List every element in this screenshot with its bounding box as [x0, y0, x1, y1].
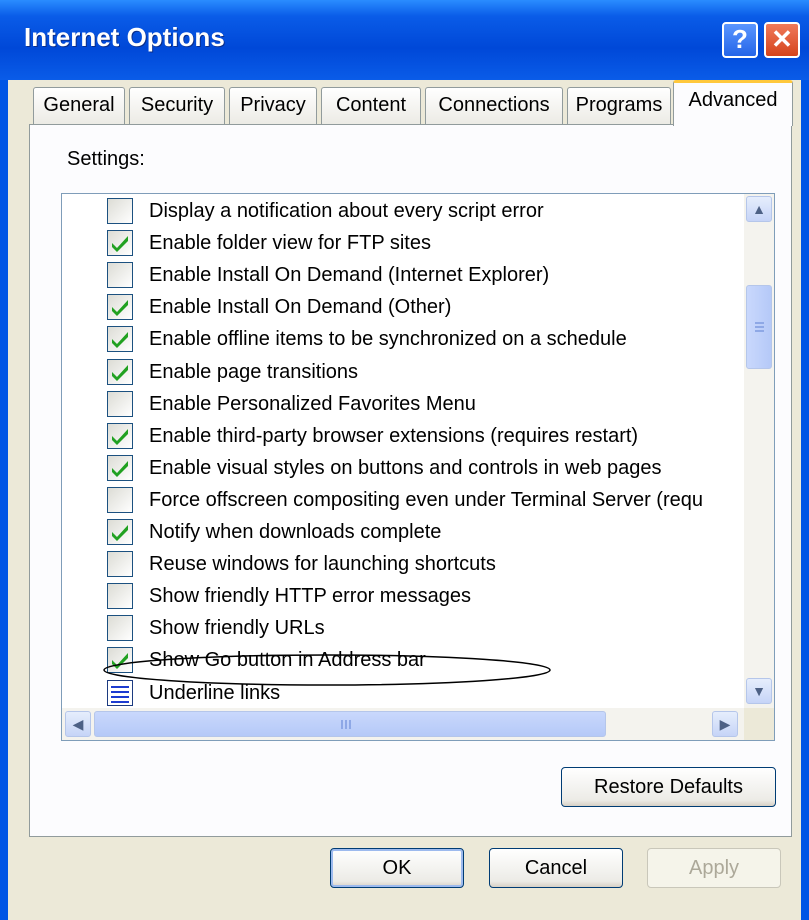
thumb-grip [755, 322, 764, 324]
setting-checkbox[interactable] [107, 647, 133, 674]
icon-line [111, 700, 129, 703]
tab-advanced[interactable]: Advanced [673, 80, 793, 126]
settings-list[interactable]: Display a notification about every scrip… [61, 193, 775, 741]
scroll-right-button[interactable]: ▶ [712, 711, 738, 737]
setting-item[interactable]: Enable offline items to be synchronized … [62, 324, 744, 356]
scroll-left-button[interactable]: ◀ [65, 711, 91, 737]
setting-checkbox[interactable] [107, 358, 133, 385]
setting-label: Enable Personalized Favorites Menu [149, 392, 476, 415]
tab-strip: General Security Privacy Content Connect… [8, 80, 801, 126]
scrollbar-corner [744, 708, 774, 740]
setting-checkbox[interactable] [107, 198, 133, 224]
tab-security[interactable]: Security [129, 87, 225, 124]
setting-item[interactable]: Show Go button in Address bar [62, 645, 744, 677]
setting-item[interactable]: Show friendly URLs [62, 613, 744, 645]
scroll-down-button[interactable]: ▼ [746, 678, 772, 704]
setting-checkbox[interactable] [107, 583, 133, 610]
dialog-body: General Security Privacy Content Connect… [8, 80, 801, 920]
setting-label: Show friendly URLs [149, 617, 325, 640]
setting-checkbox[interactable] [107, 326, 133, 353]
icon-line [111, 690, 129, 693]
checkmark-icon [112, 300, 128, 317]
setting-item[interactable]: Display a notification about every scrip… [62, 196, 744, 228]
setting-item[interactable]: Enable Install On Demand (Other) [62, 292, 744, 324]
checkmark-icon [112, 364, 128, 381]
thumb-grip [341, 720, 343, 729]
title-bar[interactable]: Internet Options ? ✕ [0, 0, 809, 80]
setting-label: Force offscreen compositing even under T… [149, 488, 703, 511]
checkmark-icon [112, 460, 128, 477]
setting-label: Enable page transitions [149, 360, 359, 383]
setting-checkbox[interactable] [107, 519, 133, 545]
setting-checkbox[interactable] [107, 230, 133, 257]
tab-programs[interactable]: Programs [567, 87, 671, 124]
apply-button[interactable]: Apply [647, 848, 781, 888]
setting-label: Enable folder view for FTP sites [149, 232, 431, 255]
setting-checkbox[interactable] [107, 615, 133, 642]
horizontal-scrollbar[interactable]: ◀ ▶ [62, 708, 744, 740]
close-button[interactable]: ✕ [764, 22, 800, 58]
thumb-grip [349, 720, 351, 729]
checkmark-icon [112, 332, 128, 349]
setting-item[interactable]: Enable Install On Demand (Internet Explo… [62, 260, 744, 292]
thumb-grip [755, 330, 764, 332]
vertical-scroll-thumb[interactable] [746, 285, 772, 369]
setting-item[interactable]: Reuse windows for launching shortcuts [62, 549, 744, 581]
tab-general[interactable]: General [33, 87, 125, 124]
setting-item[interactable]: Enable Personalized Favorites Menu [62, 389, 744, 421]
setting-label: Enable third-party browser extensions (r… [149, 424, 639, 447]
setting-item[interactable]: Enable folder view for FTP sites [62, 228, 744, 260]
checkmark-icon [112, 653, 128, 670]
setting-item[interactable]: Force offscreen compositing even under T… [62, 485, 744, 517]
checkmark-icon [112, 525, 128, 541]
advanced-panel: Settings: Display a notification about e… [29, 124, 792, 837]
thumb-grip [345, 720, 347, 729]
scroll-up-button[interactable]: ▲ [746, 196, 772, 222]
setting-label: Show Go button in Address bar [149, 649, 426, 672]
setting-checkbox[interactable] [107, 454, 133, 481]
icon-line [111, 685, 129, 688]
setting-item[interactable]: Notify when downloads complete [62, 517, 744, 549]
setting-label: Reuse windows for launching shortcuts [149, 553, 496, 576]
setting-label: Underline links [149, 681, 281, 704]
setting-item[interactable]: Underline links [62, 678, 744, 710]
thumb-grip [755, 326, 764, 328]
setting-label: Notify when downloads complete [149, 521, 442, 543]
internet-options-window: Internet Options ? ✕ General Security Pr… [0, 0, 809, 920]
setting-label: Display a notification about every scrip… [149, 200, 544, 222]
restore-defaults-button[interactable]: Restore Defaults [561, 767, 776, 807]
icon-line [111, 695, 129, 698]
vertical-scrollbar[interactable]: ▲ ▼ [744, 194, 774, 708]
tab-connections[interactable]: Connections [425, 87, 563, 124]
cancel-button[interactable]: Cancel [489, 848, 623, 888]
setting-checkbox[interactable] [107, 294, 133, 321]
setting-label: Enable Install On Demand (Internet Explo… [149, 264, 550, 287]
setting-label: Show friendly HTTP error messages [149, 585, 471, 608]
setting-checkbox[interactable] [107, 422, 133, 449]
setting-checkbox[interactable] [107, 486, 133, 513]
setting-checkbox[interactable] [107, 262, 133, 289]
setting-checkbox[interactable] [107, 390, 133, 417]
checkmark-icon [112, 236, 128, 253]
settings-label: Settings: [67, 148, 145, 170]
setting-item[interactable]: Enable third-party browser extensions (r… [62, 421, 744, 453]
group-list-icon [107, 679, 133, 706]
tab-privacy[interactable]: Privacy [229, 87, 317, 124]
setting-item[interactable]: Enable page transitions [62, 357, 744, 389]
checkmark-icon [112, 428, 128, 445]
setting-label: Enable visual styles on buttons and cont… [149, 456, 662, 479]
setting-item[interactable]: Enable visual styles on buttons and cont… [62, 453, 744, 485]
setting-label: Enable Install On Demand (Other) [149, 296, 452, 319]
tab-content[interactable]: Content [321, 87, 421, 124]
ok-button[interactable]: OK [330, 848, 464, 888]
setting-item[interactable]: Show friendly HTTP error messages [62, 581, 744, 613]
setting-checkbox[interactable] [107, 551, 133, 578]
setting-label: Enable offline items to be synchronized … [149, 328, 627, 351]
horizontal-scroll-thumb[interactable] [94, 711, 606, 737]
window-title: Internet Options [24, 22, 225, 52]
help-button[interactable]: ? [722, 22, 758, 58]
